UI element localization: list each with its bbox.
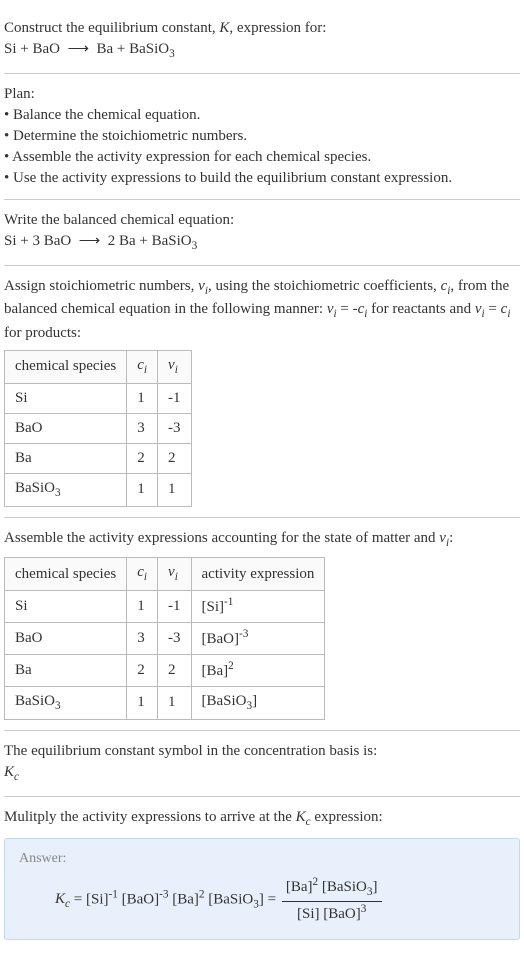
table-row: Ba 2 2 — [5, 443, 192, 473]
cell-vi: -3 — [158, 623, 192, 655]
table-row: Si 1 -1 — [5, 383, 192, 413]
balanced-equation: Si + 3 BaO ⟶ 2 Ba + BaSiO3 — [4, 231, 520, 255]
table-row: BaO 3 -3 [BaO]-3 — [5, 623, 325, 655]
cell-species: Si — [5, 591, 127, 623]
cell-species: BaO — [5, 623, 127, 655]
cell-vi: -3 — [158, 413, 192, 443]
cell-vi: 1 — [158, 687, 192, 720]
prompt-text: Construct the equilibrium constant, K, e… — [4, 18, 520, 39]
cell-vi: -1 — [158, 383, 192, 413]
fraction-numerator: [Ba]2 [BaSiO3] — [282, 875, 382, 902]
cell-vi: -1 — [158, 591, 192, 623]
cell-expr: [BaO]-3 — [191, 623, 325, 655]
kc-symbol-section: The equilibrium constant symbol in the c… — [4, 731, 520, 797]
balanced-section: Write the balanced chemical equation: Si… — [4, 200, 520, 266]
col-ci: ci — [127, 351, 158, 384]
fraction-denominator: [Si] [BaO]3 — [282, 902, 382, 925]
cell-vi: 1 — [158, 473, 192, 506]
table-header-row: chemical species ci νi activity expressi… — [5, 558, 325, 591]
unbalanced-equation: Si + BaO ⟶ Ba + BaSiO3 — [4, 39, 520, 63]
cell-species: Ba — [5, 443, 127, 473]
col-species: chemical species — [5, 558, 127, 591]
cell-ci: 2 — [127, 655, 158, 687]
kc-symbol-intro: The equilibrium constant symbol in the c… — [4, 741, 520, 762]
table-header-row: chemical species ci νi — [5, 351, 192, 384]
cell-ci: 1 — [127, 687, 158, 720]
fraction: [Ba]2 [BaSiO3] [Si] [BaO]3 — [282, 875, 382, 925]
final-section: Mulitply the activity expressions to arr… — [4, 797, 520, 950]
cell-ci: 3 — [127, 623, 158, 655]
cell-expr: [BaSiO3] — [191, 687, 325, 720]
col-species: chemical species — [5, 351, 127, 384]
activity-section: Assemble the activity expressions accoun… — [4, 518, 520, 731]
cell-species: Ba — [5, 655, 127, 687]
cell-ci: 1 — [127, 473, 158, 506]
col-expr: activity expression — [191, 558, 325, 591]
stoich-section: Assign stoichiometric numbers, νi, using… — [4, 266, 520, 518]
activity-table: chemical species ci νi activity expressi… — [4, 557, 325, 720]
cell-vi: 2 — [158, 443, 192, 473]
cell-expr: [Ba]2 — [191, 655, 325, 687]
plan-section: Plan: • Balance the chemical equation. •… — [4, 74, 520, 200]
plan-step: • Assemble the activity expression for e… — [4, 147, 520, 168]
stoich-table: chemical species ci νi Si 1 -1 BaO 3 -3 … — [4, 350, 192, 507]
answer-box: Answer: Kc = [Si]-1 [BaO]-3 [Ba]2 [BaSiO… — [4, 838, 520, 939]
cell-expr: [Si]-1 — [191, 591, 325, 623]
kc-symbol: Kc — [4, 762, 520, 786]
cell-ci: 2 — [127, 443, 158, 473]
col-ci: ci — [127, 558, 158, 591]
final-expression: Kc = [Si]-1 [BaO]-3 [Ba]2 [BaSiO3] = [Ba… — [19, 875, 505, 925]
table-row: BaSiO3 1 1 [BaSiO3] — [5, 687, 325, 720]
final-intro: Mulitply the activity expressions to arr… — [4, 807, 520, 831]
plan-step: • Balance the chemical equation. — [4, 105, 520, 126]
plan-step: • Use the activity expressions to build … — [4, 168, 520, 189]
cell-vi: 2 — [158, 655, 192, 687]
cell-species: Si — [5, 383, 127, 413]
table-row: BaO 3 -3 — [5, 413, 192, 443]
plan-title: Plan: — [4, 84, 520, 105]
col-vi: νi — [158, 558, 192, 591]
question-header: Construct the equilibrium constant, K, e… — [4, 8, 520, 74]
table-row: Ba 2 2 [Ba]2 — [5, 655, 325, 687]
cell-ci: 3 — [127, 413, 158, 443]
activity-intro: Assemble the activity expressions accoun… — [4, 528, 520, 552]
table-row: BaSiO3 1 1 — [5, 473, 192, 506]
cell-ci: 1 — [127, 591, 158, 623]
cell-species: BaSiO3 — [5, 473, 127, 506]
col-vi: νi — [158, 351, 192, 384]
table-row: Si 1 -1 [Si]-1 — [5, 591, 325, 623]
plan-step: • Determine the stoichiometric numbers. — [4, 126, 520, 147]
stoich-intro: Assign stoichiometric numbers, νi, using… — [4, 276, 520, 345]
cell-species: BaSiO3 — [5, 687, 127, 720]
cell-species: BaO — [5, 413, 127, 443]
cell-ci: 1 — [127, 383, 158, 413]
answer-label: Answer: — [19, 849, 505, 869]
balanced-intro: Write the balanced chemical equation: — [4, 210, 520, 231]
